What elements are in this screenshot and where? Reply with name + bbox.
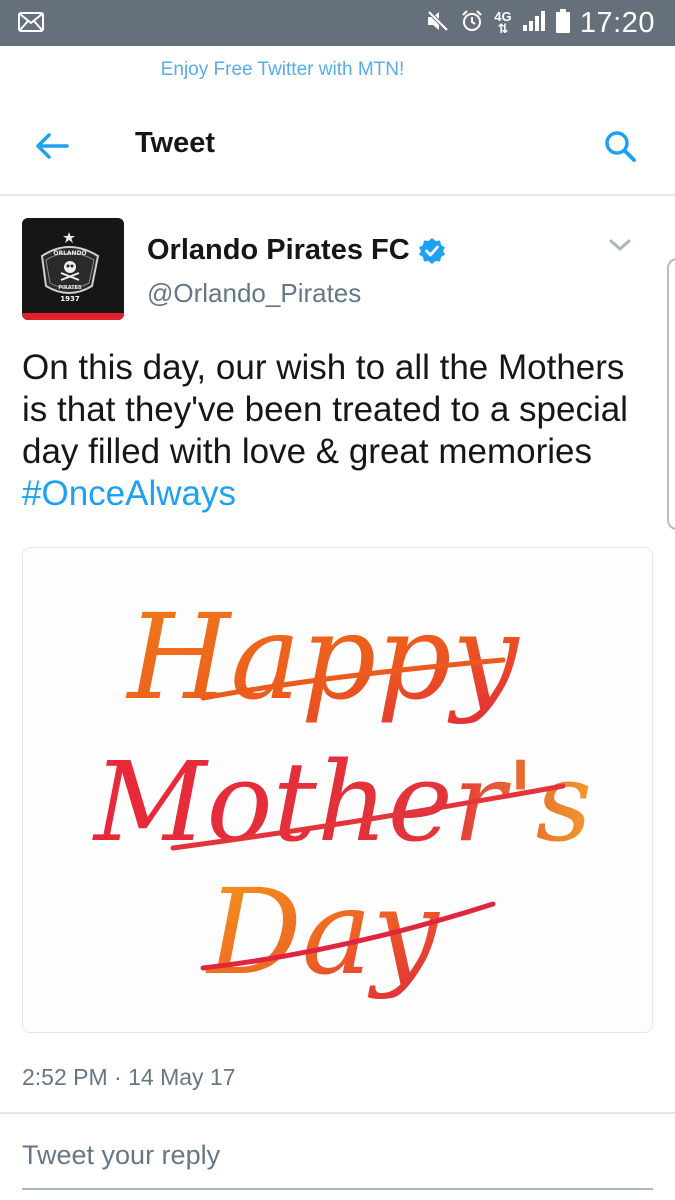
status-bar: 4G ⇅ 17:20 [0, 0, 675, 46]
network-4g-icon: 4G ⇅ [494, 9, 512, 36]
promo-banner[interactable]: Enjoy Free Twitter with MTN! [0, 46, 565, 96]
tweet-text: On this day, our wish to all the Mothers… [22, 347, 652, 515]
edge-panel-handle[interactable] [667, 258, 675, 530]
header: Tweet [0, 96, 675, 196]
alarm-icon [460, 9, 484, 38]
avatar[interactable]: ORLANDO PIRATES 1937 [22, 218, 124, 320]
tweet-body: On this day, our wish to all the Mothers… [22, 348, 628, 471]
svg-text:Happy: Happy [126, 588, 520, 726]
club-crest-logo: ORLANDO PIRATES 1937 [40, 232, 100, 303]
signal-icon [522, 10, 546, 37]
author-display-name[interactable]: Orlando Pirates FC [147, 234, 410, 267]
mute-icon [426, 10, 450, 37]
tweet-image[interactable]: Happy Mother's Day [22, 547, 653, 1033]
tweet-timestamp: 2:52 PM · 14 May 17 [22, 1064, 236, 1090]
back-arrow-icon [36, 133, 69, 159]
author-name-row[interactable]: Orlando Pirates FC [147, 234, 446, 267]
battery-icon [555, 8, 570, 38]
svg-text:Mother's: Mother's [92, 738, 592, 866]
back-button[interactable] [30, 124, 74, 168]
search-icon [605, 131, 636, 162]
hashtag-link[interactable]: #OnceAlways [22, 474, 236, 513]
svg-text:1937: 1937 [60, 295, 80, 303]
verified-badge-icon [418, 237, 445, 264]
divider [0, 1112, 675, 1114]
author-handle[interactable]: @Orlando_Pirates [147, 278, 361, 309]
chevron-down-icon [609, 239, 631, 251]
svg-text:PIRATES: PIRATES [58, 285, 82, 291]
promo-text[interactable]: Enjoy Free Twitter with MTN! [161, 59, 405, 81]
tweet-menu-button[interactable] [606, 236, 634, 256]
avatar-accent-stripe [22, 313, 124, 320]
notification-icon [18, 12, 44, 37]
mothers-day-artwork: Happy Mother's Day [92, 588, 592, 1001]
page-title: Tweet [135, 127, 216, 159]
search-button[interactable] [598, 124, 642, 168]
reply-input-underline [22, 1188, 653, 1190]
status-time: 17:20 [579, 6, 655, 39]
reply-input[interactable]: Tweet your reply [22, 1140, 220, 1171]
svg-text:ORLANDO: ORLANDO [53, 250, 86, 257]
